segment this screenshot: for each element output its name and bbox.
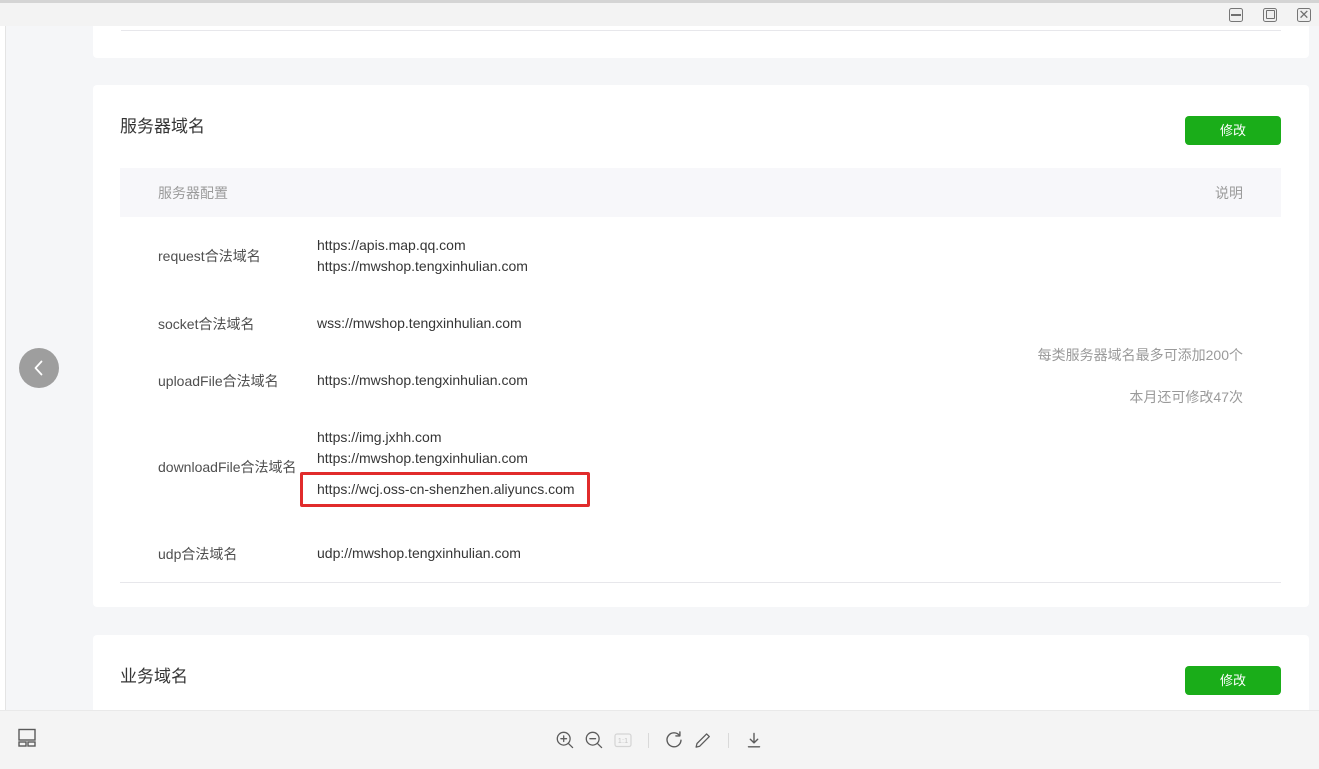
viewer-toolbar: 1:1 bbox=[0, 710, 1319, 769]
previous-section-card-partial bbox=[93, 26, 1309, 58]
remaining-modifications-note: 本月还可修改47次 bbox=[1038, 387, 1243, 407]
toolbar-separator bbox=[728, 733, 729, 748]
max-domains-note: 每类服务器域名最多可添加200个 bbox=[1038, 345, 1243, 365]
download-button[interactable] bbox=[744, 730, 764, 750]
collapsed-sidebar-strip bbox=[0, 26, 6, 710]
server-config-table-header: 服务器配置 说明 bbox=[120, 168, 1281, 217]
viewer-tool-group: 1:1 bbox=[0, 711, 1319, 769]
row-label: request合法域名 bbox=[158, 246, 317, 266]
table-row: request合法域名https://apis.map.qq.comhttps:… bbox=[120, 217, 1281, 295]
row-values: udp://mwshop.tengxinhulian.com bbox=[317, 543, 521, 564]
domain-value: https://img.jxhh.com bbox=[317, 427, 590, 448]
row-label: uploadFile合法域名 bbox=[158, 371, 317, 391]
actual-size-button[interactable]: 1:1 bbox=[613, 730, 633, 750]
business-domain-title: 业务域名 bbox=[120, 665, 188, 689]
row-values: wss://mwshop.tengxinhulian.com bbox=[317, 313, 522, 334]
minimize-button[interactable] bbox=[1229, 8, 1243, 22]
maximize-button[interactable] bbox=[1263, 8, 1277, 22]
chevron-left-icon bbox=[19, 348, 59, 388]
zoom-in-button[interactable] bbox=[555, 730, 575, 750]
domain-limit-notes: 每类服务器域名最多可添加200个 本月还可修改47次 bbox=[1038, 345, 1243, 407]
maximize-icon bbox=[1266, 10, 1275, 19]
refresh-button[interactable] bbox=[664, 730, 684, 750]
window-controls: ✕ bbox=[1229, 3, 1311, 26]
zoom-out-icon bbox=[584, 730, 604, 750]
table-row: socket合法域名wss://mwshop.tengxinhulian.com bbox=[120, 295, 1281, 352]
domain-value-highlighted: https://wcj.oss-cn-shenzhen.aliyuncs.com bbox=[300, 472, 590, 507]
table-bottom-divider bbox=[121, 30, 1281, 31]
edit-pencil-icon bbox=[693, 730, 713, 750]
close-button[interactable]: ✕ bbox=[1297, 8, 1311, 22]
domain-value: https://mwshop.tengxinhulian.com bbox=[317, 448, 590, 469]
refresh-icon bbox=[664, 730, 684, 750]
row-label: socket合法域名 bbox=[158, 314, 317, 334]
toolbar-separator bbox=[648, 733, 649, 748]
domain-value: https://mwshop.tengxinhulian.com bbox=[317, 370, 528, 391]
svg-text:1:1: 1:1 bbox=[618, 736, 628, 745]
domain-value: https://apis.map.qq.com bbox=[317, 235, 528, 256]
business-domain-card: 业务域名 修改 bbox=[93, 635, 1309, 720]
domain-value: https://mwshop.tengxinhulian.com bbox=[317, 256, 528, 277]
download-icon bbox=[744, 730, 764, 750]
server-domain-modify-button[interactable]: 修改 bbox=[1185, 116, 1281, 145]
domain-value: wss://mwshop.tengxinhulian.com bbox=[317, 313, 522, 334]
edit-button[interactable] bbox=[693, 730, 713, 750]
row-label: downloadFile合法域名 bbox=[158, 457, 317, 477]
table-row: downloadFile合法域名https://img.jxhh.comhttp… bbox=[120, 409, 1281, 525]
header-server-config: 服务器配置 bbox=[120, 183, 228, 203]
business-domain-modify-button[interactable]: 修改 bbox=[1185, 666, 1281, 695]
row-values: https://mwshop.tengxinhulian.com bbox=[317, 370, 528, 391]
minimize-icon bbox=[1231, 14, 1241, 16]
window-titlebar: ✕ bbox=[0, 0, 1319, 26]
header-note: 说明 bbox=[1215, 183, 1281, 203]
row-values: https://img.jxhh.comhttps://mwshop.tengx… bbox=[317, 427, 590, 507]
table-row: udp合法域名udp://mwshop.tengxinhulian.com bbox=[120, 525, 1281, 583]
row-label: udp合法域名 bbox=[158, 544, 317, 564]
close-icon: ✕ bbox=[1299, 8, 1310, 21]
domain-value: udp://mwshop.tengxinhulian.com bbox=[317, 543, 521, 564]
zoom-out-button[interactable] bbox=[584, 730, 604, 750]
zoom-in-icon bbox=[555, 730, 575, 750]
server-domain-title: 服务器域名 bbox=[120, 115, 205, 139]
collapse-panel-button[interactable] bbox=[19, 348, 59, 388]
actual-size-icon: 1:1 bbox=[613, 730, 633, 750]
server-domain-card: 服务器域名 修改 服务器配置 说明 request合法域名https://api… bbox=[93, 85, 1309, 607]
row-values: https://apis.map.qq.comhttps://mwshop.te… bbox=[317, 235, 528, 277]
